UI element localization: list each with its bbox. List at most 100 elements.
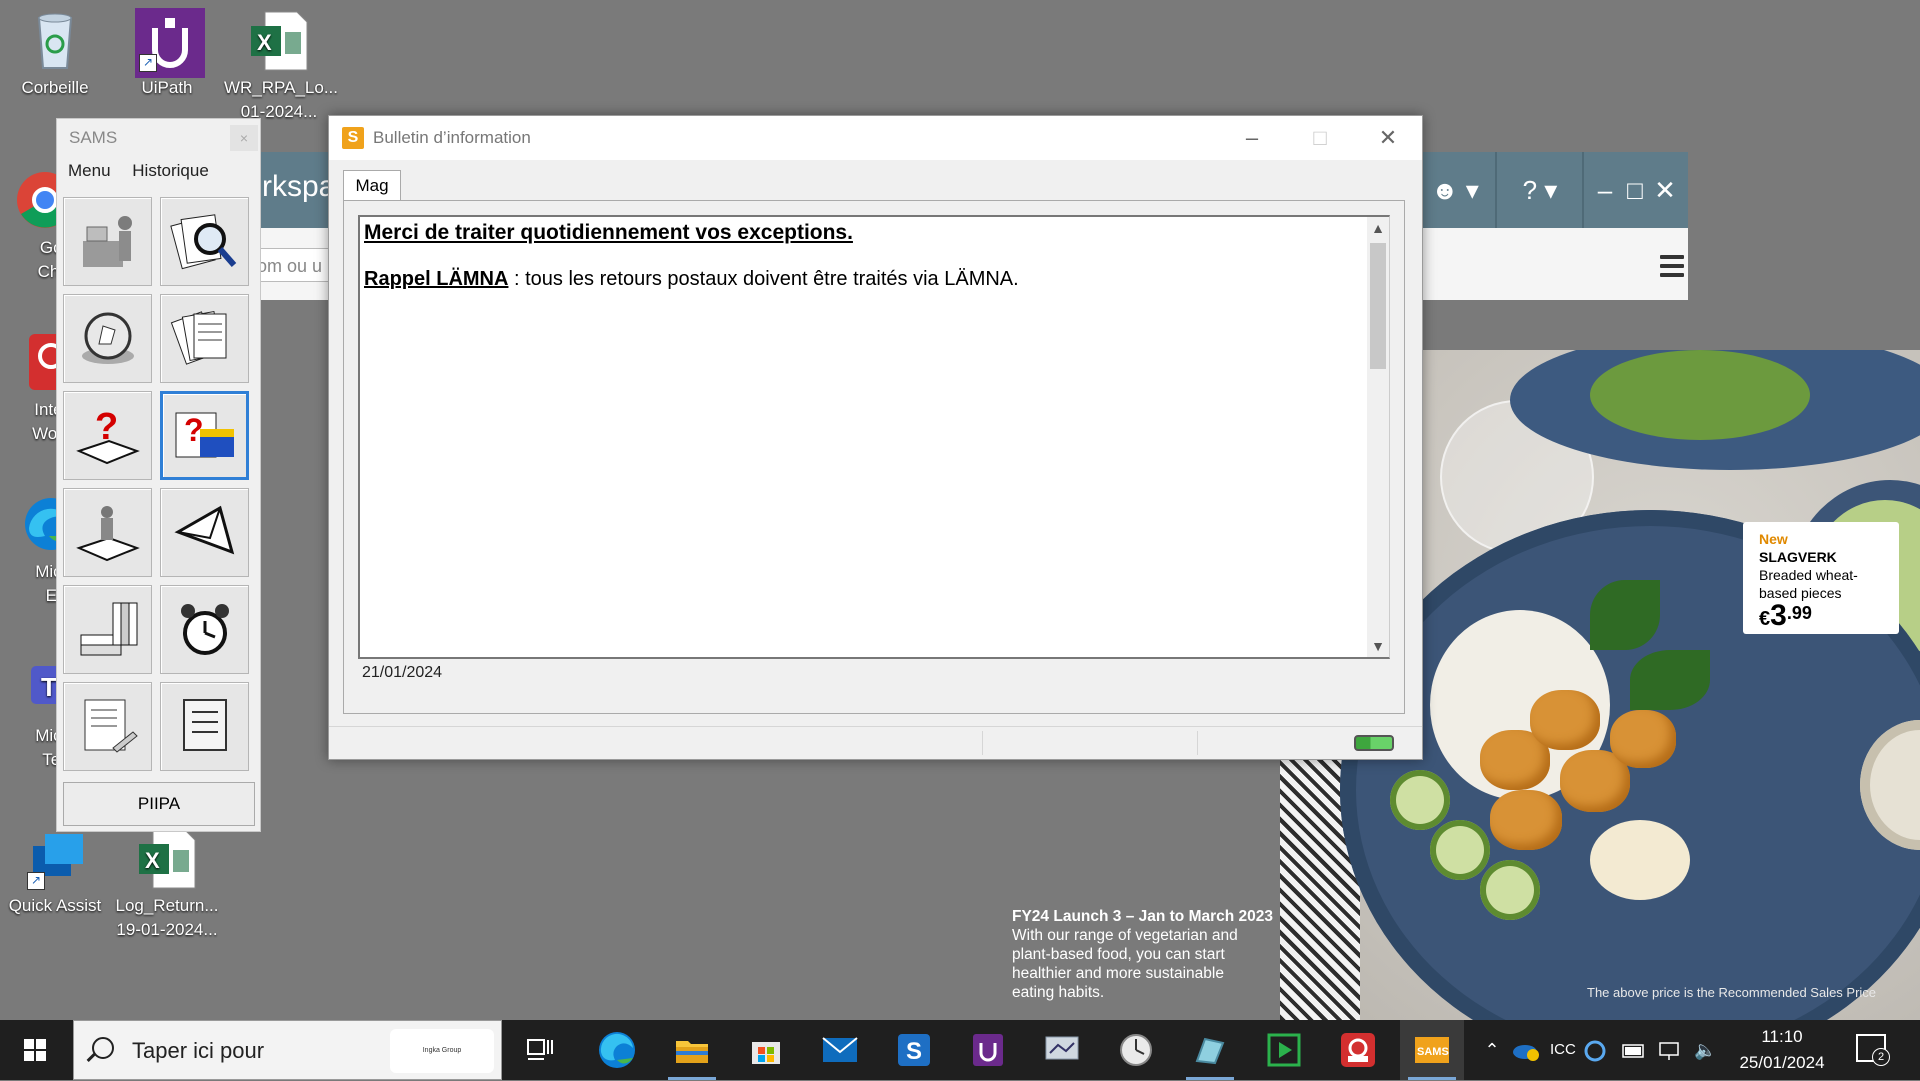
excel-file-icon: X	[247, 8, 311, 72]
desktop-icon-label: WR_RPA_Lo...	[224, 78, 339, 97]
close-button[interactable]: ✕	[1355, 116, 1421, 160]
document-search-icon	[169, 213, 236, 269]
onedrive-warning-icon[interactable]	[1512, 1020, 1542, 1080]
tile-note-card[interactable]	[160, 682, 249, 771]
report-pencil-icon	[84, 699, 138, 753]
task-view-icon[interactable]	[508, 1020, 572, 1080]
uipath-icon: ↗	[135, 8, 205, 78]
sams-close-button[interactable]: ×	[230, 125, 258, 151]
sams-menu-bar: Menu Historique	[57, 156, 260, 186]
desktop-icon-log-return[interactable]: X Log_Return... 19-01-2024...	[112, 826, 222, 942]
uipath-icon[interactable]	[956, 1020, 1020, 1080]
dialog-title: Bulletin d’information	[373, 128, 531, 147]
scroll-down-icon[interactable]: ▼	[1367, 635, 1389, 657]
desktop-icon-recycle-bin[interactable]: Corbeille	[0, 8, 110, 100]
sams-app-icon: S	[342, 127, 364, 149]
tile-books[interactable]	[63, 585, 152, 674]
bulletin-dialog: S Bulletin d’information – □ ✕ Mag Merci…	[328, 115, 1423, 760]
message-text-area[interactable]: Merci de traiter quotidiennement vos exc…	[358, 215, 1390, 659]
sams-app-icon[interactable]: SAMS	[1400, 1020, 1464, 1080]
clock-app-icon[interactable]	[1104, 1020, 1168, 1080]
store-question-icon: ?	[175, 412, 234, 457]
volume-icon[interactable]: 🔈	[1694, 1020, 1720, 1080]
menu-item-menu[interactable]: Menu	[68, 161, 111, 180]
clock-time: 11:10	[1761, 1027, 1803, 1046]
notification-center-icon[interactable]: 2	[1856, 1034, 1890, 1066]
desktop-icon-label: Log_Return...	[115, 896, 219, 915]
status-bar	[329, 726, 1422, 759]
headset-icon[interactable]	[1326, 1020, 1390, 1080]
svg-text:T: T	[41, 672, 57, 702]
scroll-thumb[interactable]	[1370, 243, 1386, 369]
tile-documents-stack[interactable]	[160, 294, 249, 383]
dialog-title-bar: S Bulletin d’information – □ ✕	[329, 116, 1422, 160]
shortcut-arrow-icon: ↗	[139, 54, 157, 72]
tab-content: Merci de traiter quotidiennement vos exc…	[343, 200, 1405, 714]
recycle-bin-icon	[23, 8, 87, 72]
agent-status-icon[interactable]: ☻ ▾	[1415, 152, 1495, 228]
tile-document-search[interactable]	[160, 197, 249, 286]
taskbar-clock[interactable]: 11:10 25/01/2024	[1722, 1024, 1842, 1076]
tile-question-box[interactable]: ?	[63, 391, 152, 480]
player-icon[interactable]	[1252, 1020, 1316, 1080]
tile-cashier[interactable]	[63, 197, 152, 286]
menu-item-historique[interactable]: Historique	[132, 161, 209, 180]
close-icon[interactable]: ✕	[1650, 152, 1680, 228]
quick-assist-icon: ↗	[23, 826, 87, 890]
caption-title: FY24 Launch 3 – Jan to March 2023	[1012, 908, 1274, 925]
connection-status-icon	[1354, 735, 1394, 751]
defender-icon[interactable]	[1584, 1020, 1610, 1080]
tile-envelope[interactable]	[160, 488, 249, 577]
tile-ticket-lookup[interactable]	[63, 294, 152, 383]
desktop-icon-wr-rpa[interactable]: X WR_RPA_Lo... 01-2024...	[224, 8, 339, 124]
desktop-icon-label: Corbeille	[21, 78, 89, 97]
mail-icon[interactable]	[808, 1020, 872, 1080]
hamburger-menu-icon[interactable]	[1660, 255, 1684, 282]
documents-stack-icon	[170, 310, 226, 365]
battery-icon[interactable]	[1622, 1020, 1648, 1080]
search-highlight-badge: Ingka Group	[390, 1029, 494, 1073]
alarm-clock-icon	[180, 603, 229, 655]
tablet-icon[interactable]	[1178, 1020, 1242, 1080]
sams-title-bar: SAMS ×	[57, 119, 260, 156]
tile-alarm-clock[interactable]	[160, 585, 249, 674]
tray-lang-indicator[interactable]: ICC	[1550, 1020, 1576, 1080]
network-icon[interactable]	[1658, 1020, 1684, 1080]
search-icon	[92, 1037, 114, 1059]
clock-date: 25/01/2024	[1739, 1053, 1825, 1072]
caption-line: plant-based food, you can start	[1012, 946, 1225, 963]
tray-overflow-icon[interactable]: ⌃	[1480, 1020, 1504, 1080]
minimize-button[interactable]: –	[1219, 116, 1285, 160]
taskbar-search-box[interactable]: Taper ici pour Ingka Group	[73, 1020, 502, 1080]
maximize-icon[interactable]: □	[1620, 152, 1650, 228]
shortcut-arrow-icon: ↗	[27, 872, 45, 890]
desktop-icon-uipath[interactable]: ↗ UiPath	[112, 8, 222, 100]
promo-desc-1: Breaded wheat-	[1759, 567, 1858, 583]
edge-icon[interactable]	[585, 1020, 649, 1080]
sams-s-icon[interactable]: S	[882, 1020, 946, 1080]
envelope-icon	[173, 505, 234, 554]
tile-person-platform[interactable]	[63, 488, 152, 577]
minimize-icon[interactable]: –	[1590, 152, 1620, 228]
start-button[interactable]	[0, 1020, 72, 1080]
message-line-2: Rappel LÄMNA : tous les retours postaux …	[364, 268, 1019, 291]
promo-price: €3.99	[1759, 599, 1812, 632]
desktop-icon-quick-assist[interactable]: ↗ Quick Assist	[0, 826, 110, 918]
svg-text:SAMS: SAMS	[1417, 1046, 1449, 1058]
tile-store-question[interactable]: ?	[160, 391, 249, 480]
bg-app-search-input[interactable]: om ou u	[250, 248, 330, 282]
store-icon[interactable]	[734, 1020, 798, 1080]
sams-title: SAMS	[69, 128, 118, 147]
tile-report-pencil[interactable]	[63, 682, 152, 771]
scroll-up-icon[interactable]: ▲	[1367, 217, 1389, 239]
notification-count: 2	[1872, 1048, 1890, 1066]
monitor-icon[interactable]	[1030, 1020, 1094, 1080]
tab-mag[interactable]: Mag	[343, 170, 401, 201]
svg-text:S: S	[906, 1038, 922, 1065]
excel-file-icon: X	[135, 826, 199, 890]
file-explorer-icon[interactable]	[660, 1020, 724, 1080]
piipa-button[interactable]: PIIPA	[63, 782, 255, 826]
vertical-scrollbar[interactable]: ▲ ▼	[1367, 217, 1389, 657]
help-icon[interactable]: ? ▾	[1498, 152, 1582, 228]
maximize-button[interactable]: □	[1287, 116, 1353, 160]
